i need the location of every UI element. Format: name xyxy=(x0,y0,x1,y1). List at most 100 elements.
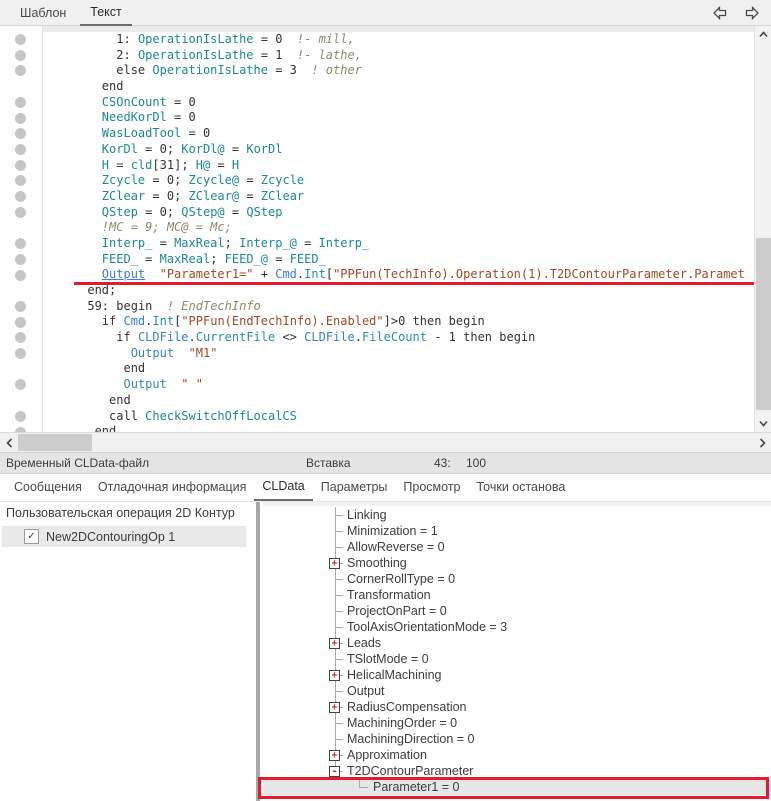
breakpoint-marker-icon[interactable] xyxy=(15,160,26,171)
back-arrow-icon[interactable] xyxy=(711,4,729,22)
expand-node-icon[interactable]: + xyxy=(329,638,340,649)
tree-node-label: Smoothing xyxy=(347,556,407,570)
breakpoint-marker-icon[interactable] xyxy=(15,175,26,186)
tree-node[interactable]: AllowReverse = 0 xyxy=(263,539,771,555)
editor-gutter[interactable] xyxy=(0,26,43,432)
tree-node-label: MachiningDirection = 0 xyxy=(347,732,475,746)
scroll-left-arrow-icon[interactable] xyxy=(1,433,17,452)
breakpoint-marker-icon[interactable] xyxy=(15,97,26,108)
cldata-tree[interactable]: LinkingMinimization = 1AllowReverse = 0+… xyxy=(263,507,771,795)
status-edit-mode: Вставка xyxy=(306,456,351,470)
code-token: 1 xyxy=(449,330,456,344)
expand-node-icon[interactable]: + xyxy=(329,702,340,713)
breakpoint-marker-icon[interactable] xyxy=(15,238,26,249)
code-token: ZClear xyxy=(261,189,304,203)
operations-list-pane[interactable]: Пользовательская операция 2D Контур ✓ Ne… xyxy=(0,502,254,801)
expand-node-icon[interactable]: + xyxy=(329,750,340,761)
scroll-down-arrow-icon[interactable] xyxy=(755,415,771,432)
list-item[interactable]: ✓ New2DContouringOp 1 xyxy=(2,526,246,547)
code-token: = xyxy=(210,158,232,172)
editor-vertical-scrollbar[interactable] xyxy=(754,26,771,432)
code-token: end; xyxy=(87,283,116,297)
breakpoint-marker-icon[interactable] xyxy=(15,270,26,281)
vertical-scroll-thumb[interactable] xyxy=(756,238,771,410)
tree-node[interactable]: MachiningOrder = 0 xyxy=(263,715,771,731)
tree-node[interactable]: + Smoothing xyxy=(263,555,771,571)
code-token: + xyxy=(254,267,276,281)
code-token xyxy=(297,63,311,77)
list-item-label: New2DContouringOp 1 xyxy=(46,530,175,544)
checked-checkbox-icon[interactable]: ✓ xyxy=(24,529,39,544)
code-token: then begin xyxy=(456,330,535,344)
code-editor[interactable]: 1: OperationIsLathe = 0 !- mill, 2: Oper… xyxy=(0,26,771,432)
tree-node[interactable]: -T2DContourParameter xyxy=(263,763,771,779)
expand-node-icon[interactable]: + xyxy=(329,558,340,569)
breakpoint-marker-icon[interactable] xyxy=(15,191,26,202)
breakpoint-marker-icon[interactable] xyxy=(15,128,26,139)
code-token: 1: xyxy=(116,32,130,46)
breakpoint-marker-icon[interactable] xyxy=(15,332,26,343)
breakpoint-marker-icon[interactable] xyxy=(15,317,26,328)
top-tab-0[interactable]: Шаблон xyxy=(10,2,76,25)
tree-node[interactable]: ProjectOnPart = 0 xyxy=(263,603,771,619)
code-token: NeedKorDl xyxy=(102,110,167,124)
code-token: Zcycle xyxy=(102,173,145,187)
breakpoint-marker-icon[interactable] xyxy=(15,411,26,422)
code-token: " " xyxy=(181,377,203,391)
breakpoint-marker-icon[interactable] xyxy=(15,254,26,265)
breakpoint-marker-icon[interactable] xyxy=(15,207,26,218)
tree-branch-line xyxy=(335,723,343,724)
horizontal-scroll-thumb[interactable] xyxy=(18,434,92,451)
editor-code-text[interactable]: 1: OperationIsLathe = 0 !- mill, 2: Oper… xyxy=(44,26,744,432)
splitter-bar[interactable] xyxy=(256,502,260,801)
code-line: CSOnCount = 0 xyxy=(44,95,744,111)
bottom-tab-2[interactable]: CLData xyxy=(254,474,312,501)
tree-node[interactable]: +Approximation xyxy=(263,747,771,763)
code-token xyxy=(131,32,138,46)
tree-node[interactable]: MachiningDirection = 0 xyxy=(263,731,771,747)
breakpoint-marker-icon[interactable] xyxy=(15,348,26,359)
tree-node-label: CornerRollType = 0 xyxy=(347,572,455,586)
tree-node[interactable]: +Leads xyxy=(263,635,771,651)
bottom-tab-3[interactable]: Параметры xyxy=(313,475,396,500)
code-token: H@ xyxy=(196,158,210,172)
collapse-node-icon[interactable]: - xyxy=(329,766,340,777)
breakpoint-marker-icon[interactable] xyxy=(15,113,26,124)
tree-node[interactable]: CornerRollType = 0 xyxy=(263,571,771,587)
expand-node-icon[interactable]: + xyxy=(329,670,340,681)
tree-branch-line xyxy=(359,787,368,788)
breakpoint-marker-icon[interactable] xyxy=(15,50,26,61)
bottom-tab-5[interactable]: Точки останова xyxy=(469,475,574,500)
top-tab-1[interactable]: Текст xyxy=(80,1,131,26)
breakpoint-marker-icon[interactable] xyxy=(15,65,26,76)
breakpoint-marker-icon[interactable] xyxy=(15,379,26,390)
scroll-up-arrow-icon[interactable] xyxy=(755,26,771,43)
code-token: KorDl@ xyxy=(181,142,224,156)
panel-splitter[interactable] xyxy=(254,502,263,801)
breakpoint-marker-icon[interactable] xyxy=(15,301,26,312)
bottom-tab-1[interactable]: Отладочная информация xyxy=(90,475,255,500)
forward-arrow-icon[interactable] xyxy=(743,4,761,22)
code-token: Output xyxy=(123,377,166,391)
code-token: 0 xyxy=(160,142,167,156)
tree-node[interactable]: +RadiusCompensation xyxy=(263,699,771,715)
code-line: 2: OperationIsLathe = 1 !- lathe, xyxy=(44,48,744,64)
tree-node[interactable]: Minimization = 1 xyxy=(263,523,771,539)
tree-node[interactable]: Linking xyxy=(263,507,771,523)
code-token: = xyxy=(138,142,160,156)
tree-node[interactable]: Transformation xyxy=(263,587,771,603)
bottom-tab-0[interactable]: Сообщения xyxy=(6,475,90,500)
editor-horizontal-scrollbar[interactable] xyxy=(0,432,771,452)
tree-node[interactable]: TSlotMode = 0 xyxy=(263,651,771,667)
tree-node[interactable]: +HelicalMachining xyxy=(263,667,771,683)
code-token xyxy=(145,267,159,281)
breakpoint-marker-icon[interactable] xyxy=(15,144,26,155)
tree-node[interactable]: ToolAxisOrientationMode = 3 xyxy=(263,619,771,635)
bottom-tab-4[interactable]: Просмотр xyxy=(395,475,468,500)
cldata-tree-pane[interactable]: LinkingMinimization = 1AllowReverse = 0+… xyxy=(263,502,771,801)
tree-node[interactable]: Parameter1 = 0 xyxy=(263,779,771,795)
scroll-right-arrow-icon[interactable] xyxy=(754,433,770,452)
tree-node[interactable]: Output xyxy=(263,683,771,699)
breakpoint-marker-icon[interactable] xyxy=(15,34,26,45)
code-token: if xyxy=(116,330,138,344)
